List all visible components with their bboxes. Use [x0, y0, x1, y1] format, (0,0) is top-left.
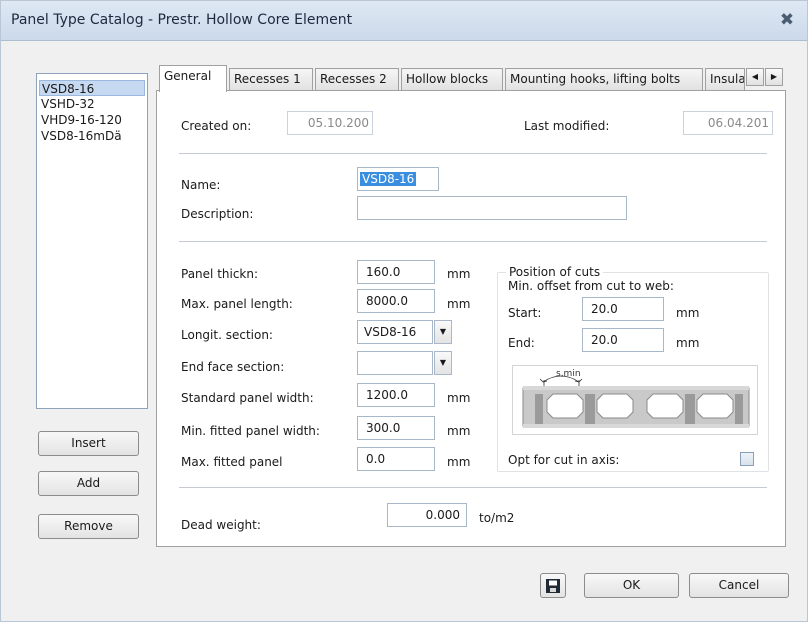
save-icon [546, 579, 560, 593]
s-min-label: s,min [556, 369, 581, 379]
unit-label: mm [447, 297, 471, 311]
tab-scroll-left-icon[interactable]: ◀ [746, 68, 764, 86]
catalog-list[interactable]: VSD8-16 VSHD-32 VHD9-16-120 VSD8-16mDä [36, 73, 148, 409]
max-fitted-panel-label: Max. fitted panel [181, 455, 283, 469]
list-item[interactable]: VSHD-32 [39, 96, 145, 112]
save-button[interactable] [540, 573, 566, 598]
description-label: Description: [181, 207, 254, 221]
tab-mounting-hooks[interactable]: Mounting hooks, lifting bolts [505, 68, 703, 90]
cancel-button[interactable]: Cancel [689, 573, 789, 598]
start-label: Start: [508, 306, 542, 320]
min-fitted-width-field[interactable]: 300.0 [357, 416, 435, 440]
tab-recesses-1[interactable]: Recesses 1 [229, 68, 313, 90]
panel-thickness-field[interactable]: 160.0 [357, 260, 435, 284]
separator [179, 153, 767, 154]
tab-insulation[interactable]: Insula [705, 68, 745, 90]
insert-button[interactable]: Insert [38, 431, 139, 456]
chevron-down-icon[interactable]: ▼ [434, 351, 452, 375]
remove-button[interactable]: Remove [38, 514, 139, 539]
window-title: Panel Type Catalog - Prestr. Hollow Core… [11, 12, 353, 28]
last-modified-field: 06.04.201 [683, 111, 773, 135]
created-on-field: 05.10.200 [287, 111, 373, 135]
add-button[interactable]: Add [38, 471, 139, 496]
opt-cut-in-axis-label: Opt for cut in axis: [508, 453, 620, 467]
tab-strip: General Recesses 1 Recesses 2 Hollow blo… [156, 65, 786, 92]
general-tab-page: Created on: 05.10.200 Last modified: 06.… [156, 90, 786, 547]
unit-label: mm [676, 306, 700, 320]
unit-label: mm [447, 267, 471, 281]
longit-section-label: Longit. section: [181, 328, 273, 342]
max-panel-length-field[interactable]: 8000.0 [357, 289, 435, 313]
start-offset-field[interactable]: 20.0 [582, 297, 664, 321]
standard-panel-width-field[interactable]: 1200.0 [357, 383, 435, 407]
list-item[interactable]: VSD8-16mDä [39, 128, 145, 144]
name-label: Name: [181, 178, 221, 192]
description-field[interactable] [357, 196, 627, 220]
chevron-down-icon[interactable]: ▼ [434, 320, 452, 344]
separator [179, 487, 767, 488]
name-value: VSD8-16 [360, 172, 417, 186]
tab-recesses-2[interactable]: Recesses 2 [315, 68, 399, 90]
max-fitted-panel-field[interactable]: 0.0 [357, 447, 435, 471]
end-face-section-select[interactable] [357, 351, 433, 375]
unit-label: mm [447, 455, 471, 469]
hollow-core-section-diagram: s,min [512, 365, 758, 435]
unit-label: mm [447, 391, 471, 405]
ok-button[interactable]: OK [584, 573, 679, 598]
panel-type-catalog-dialog: Panel Type Catalog - Prestr. Hollow Core… [0, 0, 808, 622]
close-icon[interactable]: ✖ [777, 10, 797, 30]
unit-label: mm [447, 424, 471, 438]
tab-general[interactable]: General [159, 65, 227, 92]
list-item[interactable]: VSD8-16 [39, 80, 145, 96]
unit-label: mm [676, 336, 700, 350]
end-face-section-label: End face section: [181, 360, 285, 374]
position-of-cuts-title: Position of cuts [506, 265, 604, 279]
tab-hollow-blocks[interactable]: Hollow blocks [401, 68, 503, 90]
title-bar[interactable]: Panel Type Catalog - Prestr. Hollow Core… [1, 1, 807, 41]
tab-scroll-right-icon[interactable]: ▶ [765, 68, 783, 86]
name-field[interactable]: VSD8-16 [357, 167, 439, 191]
list-item[interactable]: VHD9-16-120 [39, 112, 145, 128]
panel-thickness-label: Panel thickn: [181, 267, 259, 281]
dead-weight-label: Dead weight: [181, 518, 261, 532]
min-fitted-width-label: Min. fitted panel width: [181, 424, 320, 438]
end-offset-field[interactable]: 20.0 [582, 328, 664, 352]
created-on-label: Created on: [181, 119, 252, 133]
separator [179, 241, 767, 242]
min-offset-label: Min. offset from cut to web: [508, 279, 674, 293]
dead-weight-field[interactable]: 0.000 [387, 503, 467, 527]
standard-panel-width-label: Standard panel width: [181, 391, 314, 405]
position-of-cuts-group: Position of cuts Min. offset from cut to… [497, 265, 769, 472]
opt-cut-in-axis-checkbox[interactable] [740, 452, 754, 466]
dead-weight-unit: to/m2 [479, 511, 515, 525]
end-label: End: [508, 336, 535, 350]
max-panel-length-label: Max. panel length: [181, 297, 293, 311]
last-modified-label: Last modified: [524, 119, 610, 133]
longit-section-select[interactable]: VSD8-16 [357, 320, 433, 344]
